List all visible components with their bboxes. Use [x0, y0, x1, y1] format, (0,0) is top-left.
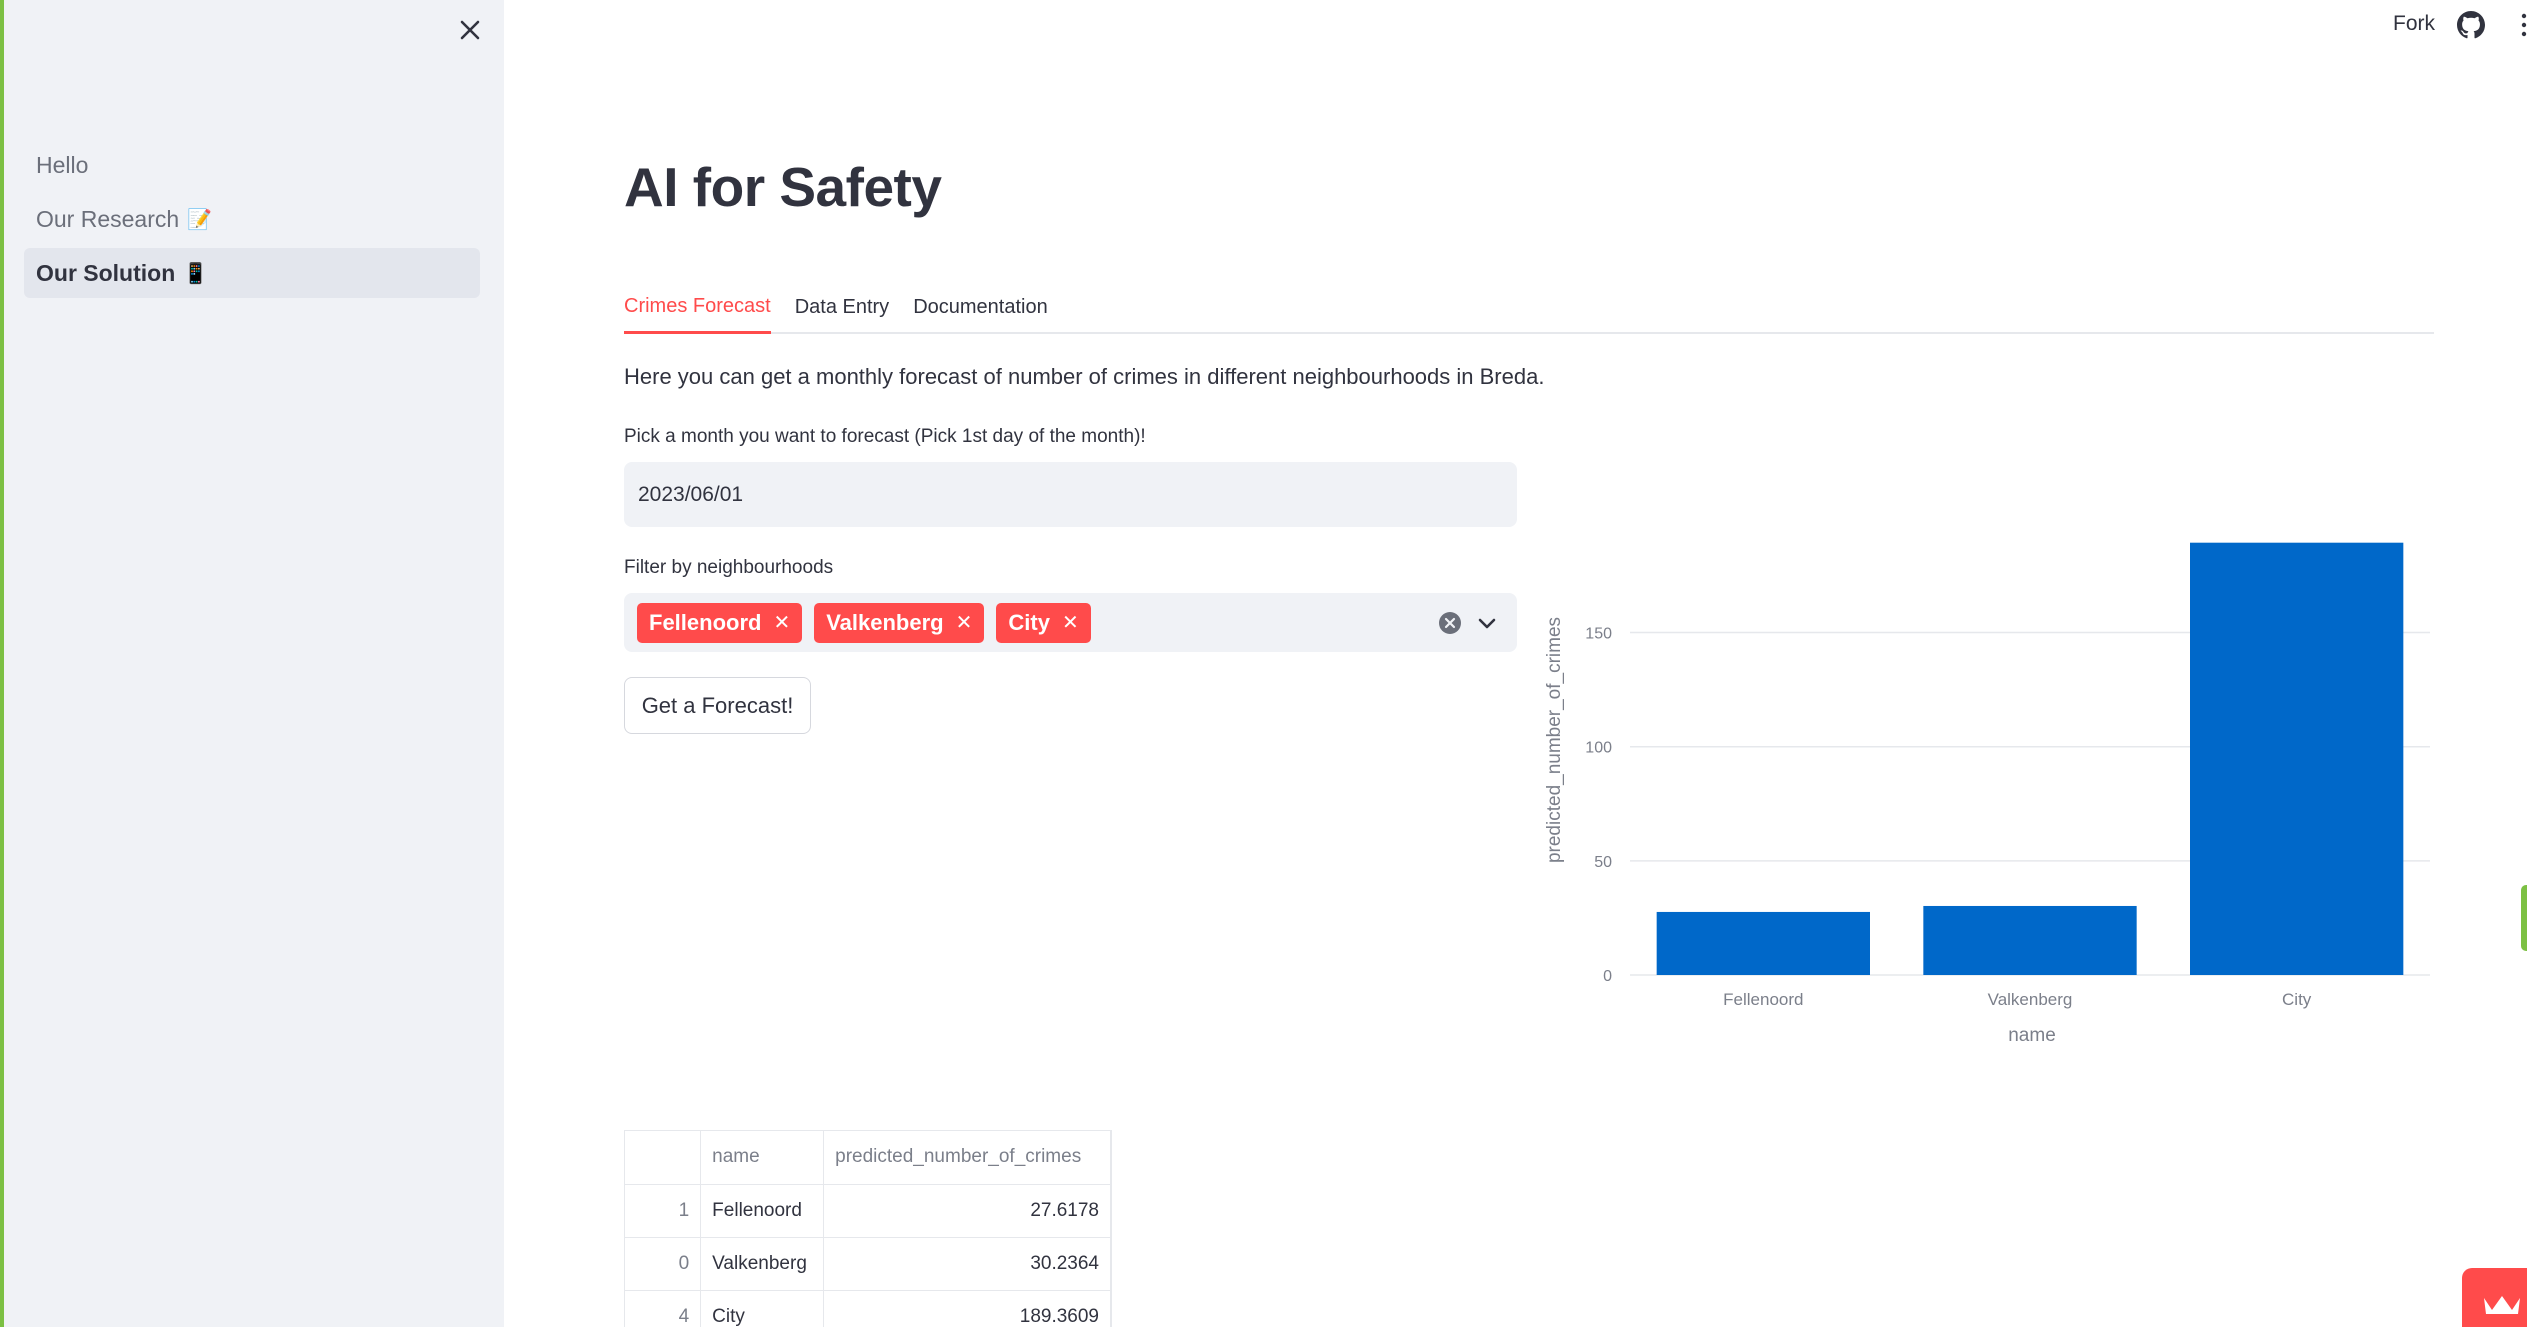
y-tick-label: 150 [1585, 626, 1612, 643]
row-index: 0 [625, 1237, 702, 1291]
forecast-table: name predicted_number_of_crimes 1 Fellen… [624, 1130, 1112, 1327]
bar-valkenberg[interactable] [1923, 905, 2137, 975]
close-sidebar-button[interactable] [454, 14, 486, 46]
neighbourhood-multiselect[interactable]: Fellenoord ✕ Valkenberg ✕ City ✕ [624, 593, 1517, 652]
row-name: City [700, 1290, 825, 1327]
x-axis-title: name [2008, 1025, 2056, 1046]
close-icon [460, 20, 480, 40]
row-value: 189.3609 [823, 1290, 1111, 1327]
mobile-phone-icon: 📱 [183, 262, 209, 285]
x-tick-label: City [2282, 990, 2312, 1009]
sidebar-item-hello[interactable]: Hello [24, 140, 480, 190]
sidebar-item-our-research[interactable]: Our Research 📝 [24, 194, 480, 244]
sidebar-item-label: Our Research [36, 205, 180, 232]
forecast-bar-chart: predicted_number_of_crimes name 0 50 100 15… [1544, 542, 2430, 1046]
tab-documentation[interactable]: Documentation [913, 282, 1048, 332]
tab-bar: Crimes Forecast Data Entry Documentation [624, 282, 2434, 334]
table-row: 4 City 189.3609 [625, 1290, 1111, 1327]
more-menu-icon[interactable] [2518, 12, 2527, 38]
date-label: Pick a month you want to forecast (Pick … [624, 426, 1146, 447]
streamlit-badge[interactable] [2462, 1268, 2527, 1327]
remove-chip-icon[interactable]: ✕ [773, 610, 790, 635]
row-name: Fellenoord [700, 1184, 825, 1238]
filter-label: Filter by neighbourhoods [624, 557, 834, 578]
y-tick-label: 0 [1603, 968, 1612, 985]
side-handle[interactable] [2521, 885, 2527, 951]
chip-city: City ✕ [996, 602, 1091, 643]
row-name: Valkenberg [700, 1237, 825, 1291]
chip-label: City [1008, 609, 1050, 635]
chip-label: Valkenberg [826, 609, 944, 635]
row-index: 1 [625, 1184, 702, 1238]
remove-chip-icon[interactable]: ✕ [1062, 610, 1079, 635]
row-value: 30.2364 [823, 1237, 1111, 1291]
chip-valkenberg: Valkenberg ✕ [814, 602, 985, 643]
y-axis-title: predicted_number_of_crimes [1544, 617, 1565, 863]
y-tick-label: 100 [1585, 740, 1612, 757]
sidebar-item-label: Hello [36, 151, 89, 178]
fork-button[interactable]: Fork [2393, 12, 2435, 36]
row-index: 4 [625, 1290, 702, 1327]
bar-fellenoord[interactable] [1656, 911, 1870, 975]
sidebar: Hello Our Research 📝 Our Solution 📱 [4, 0, 504, 1327]
predicted-crimes-column-header[interactable]: predicted_number_of_crimes [823, 1131, 1111, 1185]
table-row: 1 Fellenoord 27.6178 [625, 1184, 1111, 1238]
tab-data-entry[interactable]: Data Entry [795, 282, 889, 332]
date-input[interactable] [624, 462, 1517, 527]
clear-all-icon[interactable] [1438, 611, 1462, 635]
x-tick-label: Fellenoord [1723, 990, 1803, 1009]
chevron-down-icon[interactable] [1475, 611, 1499, 635]
get-forecast-button[interactable]: Get a Forecast! [624, 677, 811, 734]
table-row: 0 Valkenberg 30.2364 [625, 1237, 1111, 1291]
crown-icon [2484, 1296, 2520, 1314]
sidebar-item-our-solution[interactable]: Our Solution 📱 [24, 248, 480, 298]
remove-chip-icon[interactable]: ✕ [956, 610, 973, 635]
intro-text: Here you can get a monthly forecast of n… [624, 364, 1545, 389]
chip-label: Fellenoord [649, 609, 762, 635]
github-icon[interactable] [2457, 11, 2485, 39]
row-value: 27.6178 [823, 1184, 1111, 1238]
x-tick-label: Valkenberg [1988, 990, 2073, 1009]
tab-crimes-forecast[interactable]: Crimes Forecast [624, 282, 771, 334]
y-tick-label: 50 [1594, 854, 1612, 871]
chip-fellenoord: Fellenoord ✕ [637, 602, 803, 643]
bar-city[interactable] [2190, 542, 2404, 975]
sidebar-nav: Hello Our Research 📝 Our Solution 📱 [24, 140, 480, 302]
sidebar-item-label: Our Solution [36, 259, 176, 286]
memo-icon: 📝 [187, 208, 213, 231]
table-header-row: name predicted_number_of_crimes [625, 1131, 1111, 1185]
page-title: AI for Safety [624, 156, 942, 218]
name-column-header[interactable]: name [700, 1131, 825, 1185]
index-column-header [625, 1131, 702, 1185]
